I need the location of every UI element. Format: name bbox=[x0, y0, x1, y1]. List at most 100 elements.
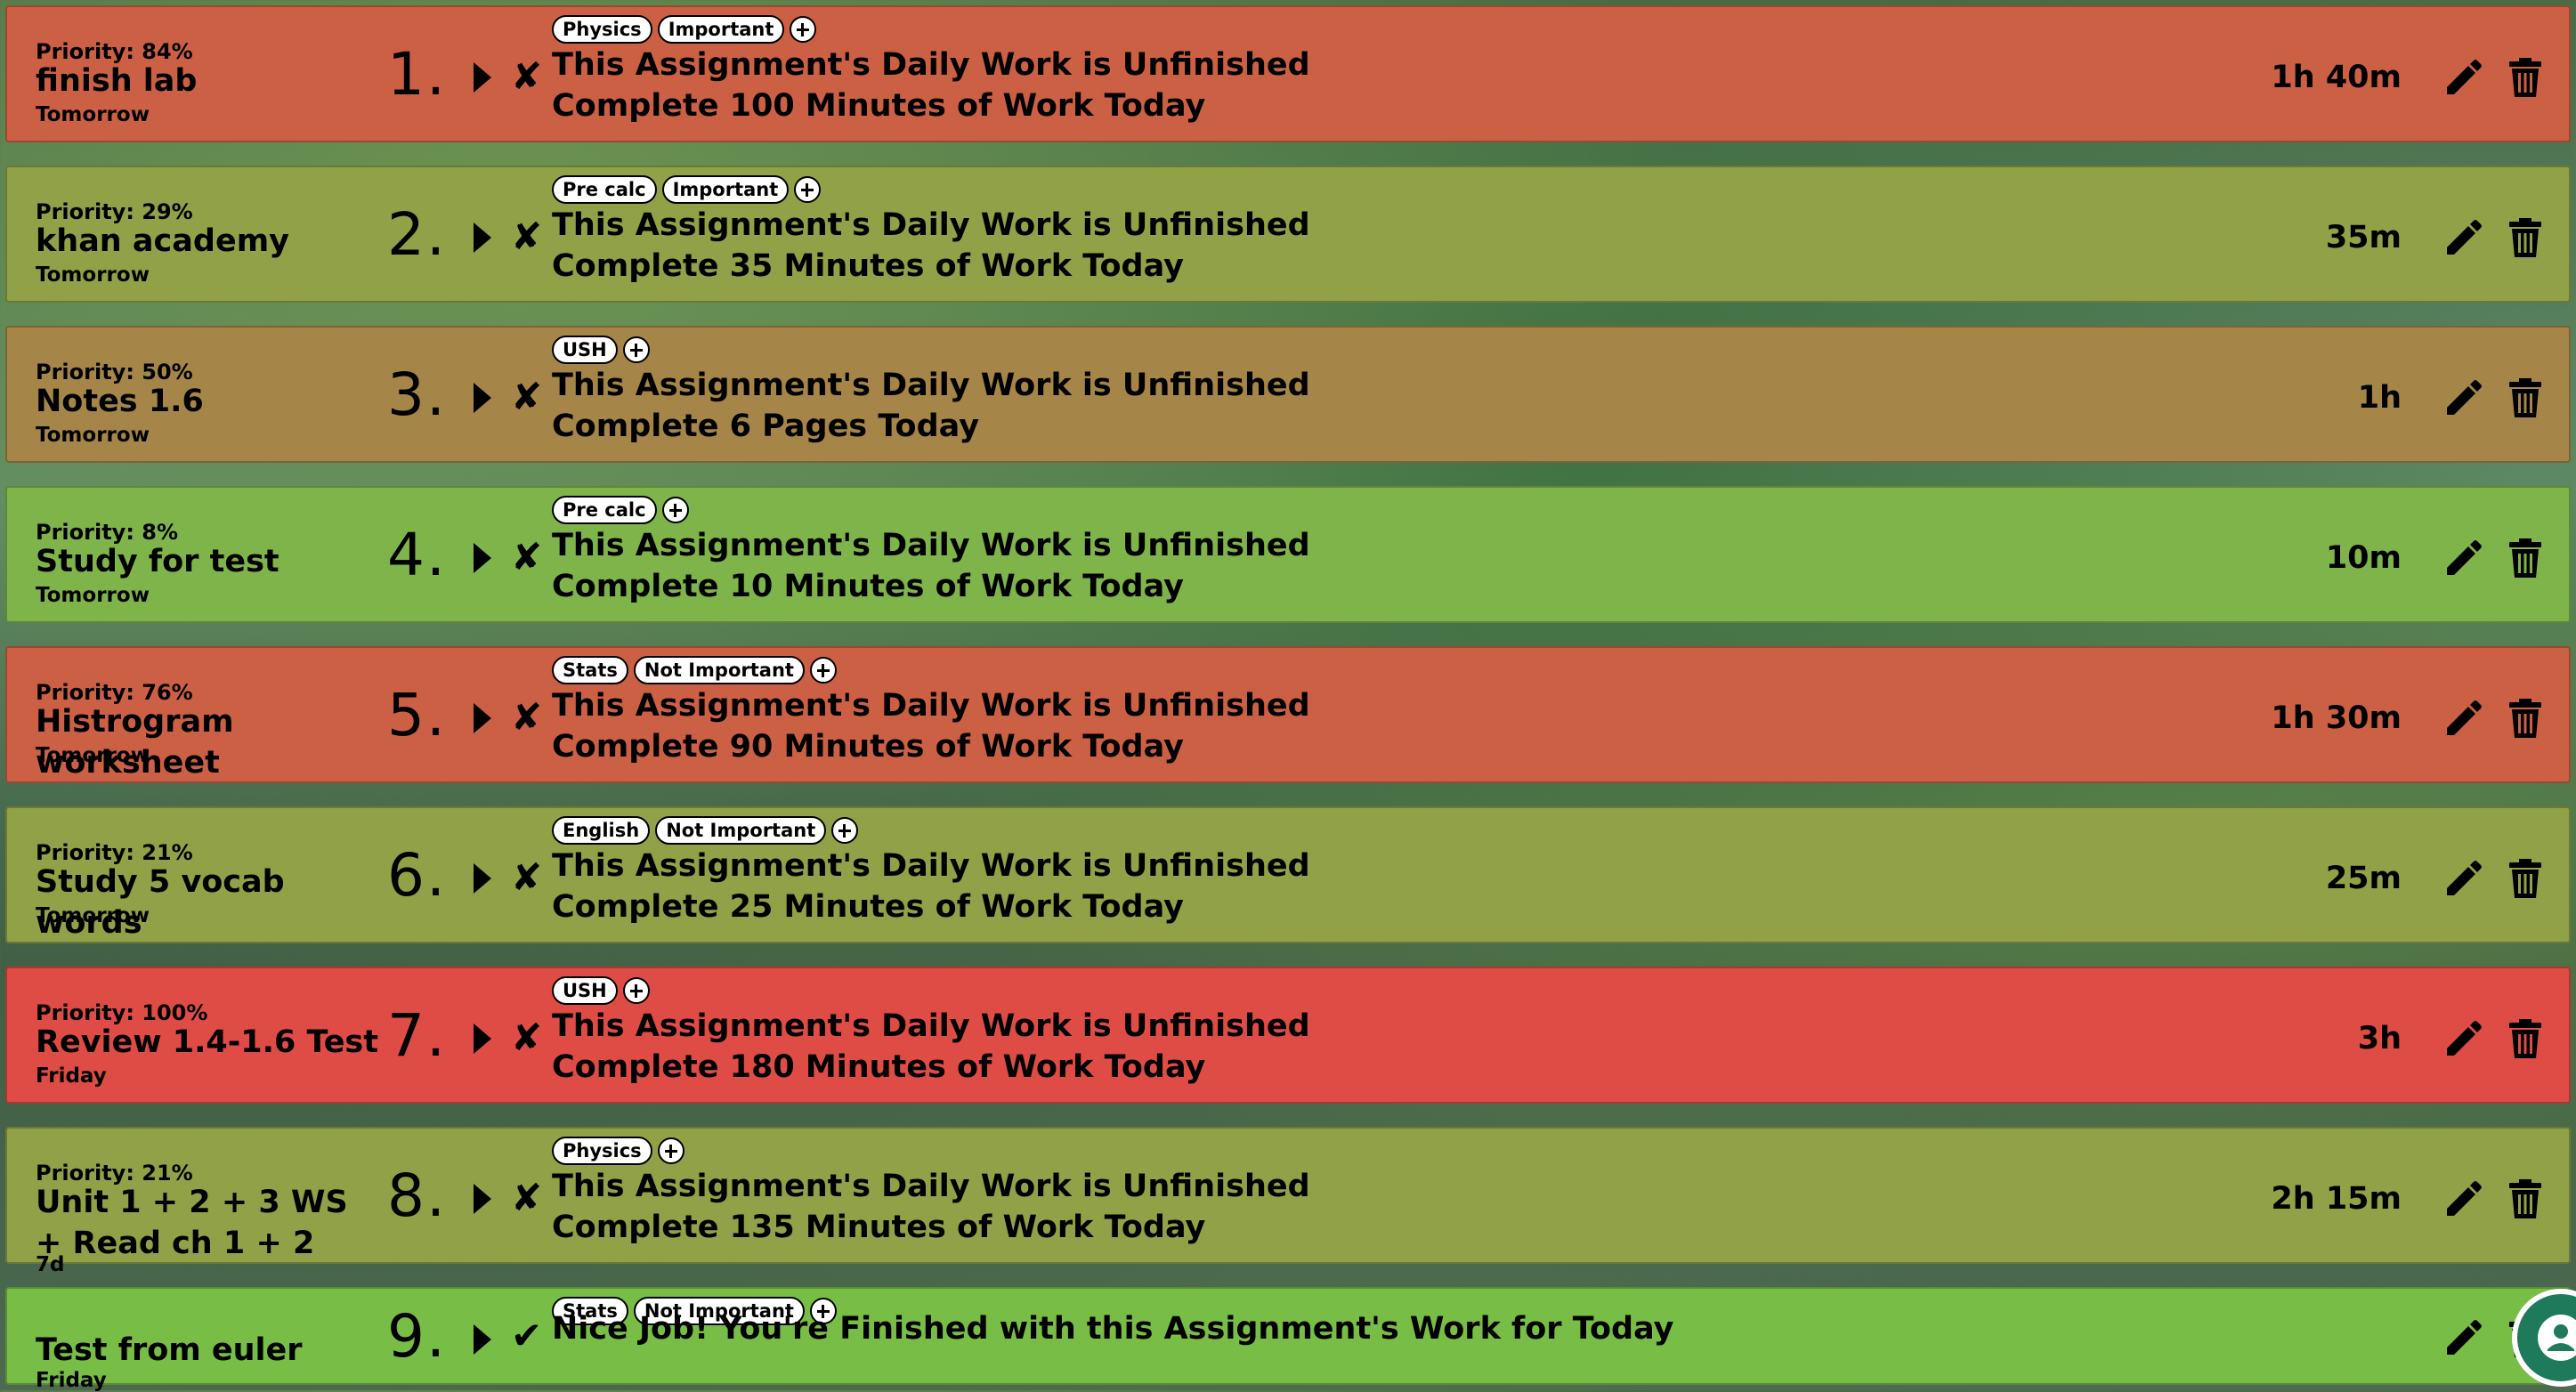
time-estimate: 35m bbox=[2325, 220, 2402, 255]
assignment-name: Test from euler bbox=[36, 1332, 303, 1368]
tag-list: Physics Important bbox=[552, 14, 817, 45]
triangle-right-icon[interactable] bbox=[474, 1324, 491, 1355]
assignment-name: Review 1.4-1.6 Test bbox=[36, 1024, 378, 1060]
pencil-icon[interactable] bbox=[2440, 1016, 2484, 1061]
cross-icon[interactable]: ✘ bbox=[511, 537, 542, 578]
trash-icon[interactable] bbox=[2503, 1177, 2548, 1221]
time-estimate: 10m bbox=[2325, 540, 2402, 576]
trash-icon[interactable] bbox=[2503, 376, 2548, 420]
check-icon[interactable]: ✔ bbox=[511, 1315, 542, 1356]
assignment-name: khan academy bbox=[36, 223, 289, 259]
status-text: This Assignment's Daily Work is Unfinish… bbox=[552, 848, 1310, 884]
assignment-name: Study 5 vocab words bbox=[36, 864, 285, 941]
tag-chip[interactable]: Physics bbox=[552, 1137, 652, 1165]
assignment-name: finish lab bbox=[36, 63, 198, 99]
time-estimate: 1h bbox=[2357, 380, 2402, 416]
due-date: Tomorrow bbox=[36, 904, 150, 927]
pencil-icon[interactable] bbox=[2440, 536, 2484, 580]
due-date: Tomorrow bbox=[36, 744, 150, 767]
due-date: Tomorrow bbox=[36, 263, 150, 287]
tag-chip[interactable]: Stats bbox=[552, 656, 628, 684]
triangle-right-icon[interactable] bbox=[474, 223, 491, 253]
tag-list: Stats Not Important bbox=[552, 655, 837, 685]
status-text: This Assignment's Daily Work is Unfinish… bbox=[552, 207, 1310, 243]
plus-circle-icon[interactable] bbox=[809, 657, 837, 684]
due-date: Tomorrow bbox=[36, 103, 150, 126]
cross-icon[interactable]: ✘ bbox=[511, 1178, 542, 1218]
todo-text: Complete 10 Minutes of Work Today bbox=[552, 569, 1184, 604]
tag-list: USH bbox=[552, 975, 650, 1006]
tag-chip[interactable]: Not Important bbox=[655, 816, 827, 845]
tag-chip[interactable]: Important bbox=[657, 15, 785, 44]
assignment-row: Priority: 21% Unit 1 + 2 + 3 WS + Read ch… bbox=[5, 1127, 2571, 1276]
plus-circle-icon[interactable] bbox=[622, 336, 650, 363]
triangle-right-icon[interactable] bbox=[474, 1024, 491, 1054]
todo-text: Complete 6 Pages Today bbox=[552, 409, 980, 444]
triangle-right-icon[interactable] bbox=[474, 703, 491, 733]
tag-list: Pre calc Important bbox=[552, 174, 822, 205]
triangle-right-icon[interactable] bbox=[474, 383, 491, 413]
status-text: This Assignment's Daily Work is Unfinish… bbox=[552, 47, 1310, 83]
trash-icon[interactable] bbox=[2503, 536, 2548, 580]
pencil-icon[interactable] bbox=[2440, 1177, 2484, 1221]
cross-icon[interactable]: ✘ bbox=[511, 1017, 542, 1058]
tag-chip[interactable]: Pre calc bbox=[552, 175, 657, 204]
triangle-right-icon[interactable] bbox=[474, 62, 491, 93]
assignment-row: Priority: 8% Study for test Tomorrow 4. ✘ P… bbox=[5, 486, 2571, 623]
cross-icon[interactable]: ✘ bbox=[511, 216, 542, 257]
tag-chip[interactable]: Physics bbox=[552, 15, 652, 44]
trash-icon[interactable] bbox=[2503, 215, 2548, 260]
cross-icon[interactable]: ✘ bbox=[511, 376, 542, 417]
cross-icon[interactable]: ✘ bbox=[511, 56, 542, 97]
plus-circle-icon[interactable] bbox=[661, 497, 689, 523]
triangle-right-icon[interactable] bbox=[474, 543, 491, 573]
plus-circle-icon[interactable] bbox=[790, 16, 817, 43]
assignment-number: 6. bbox=[387, 841, 447, 910]
assignment-row: Priority: 21% Study 5 vocab words Tomorrow… bbox=[5, 806, 2571, 943]
assignment-row: Priority: 76% Histrogram worksheet Tomorro… bbox=[5, 646, 2571, 783]
time-estimate: 1h 40m bbox=[2271, 60, 2402, 95]
tag-list: English Not Important bbox=[552, 815, 859, 846]
tag-chip[interactable]: USH bbox=[552, 976, 618, 1005]
pencil-icon[interactable] bbox=[2440, 376, 2484, 420]
trash-icon[interactable] bbox=[2503, 856, 2548, 901]
triangle-right-icon[interactable] bbox=[474, 863, 491, 894]
time-estimate: 3h bbox=[2357, 1021, 2402, 1056]
trash-icon[interactable] bbox=[2503, 55, 2548, 100]
plus-circle-icon[interactable] bbox=[794, 176, 822, 203]
status-text: This Assignment's Daily Work is Unfinish… bbox=[552, 1169, 1310, 1204]
tag-chip[interactable]: Pre calc bbox=[552, 496, 657, 524]
pencil-icon[interactable] bbox=[2440, 215, 2484, 260]
assignment-name: Study for test bbox=[36, 544, 279, 579]
due-date: Friday bbox=[36, 1064, 107, 1088]
assignment-number: 8. bbox=[387, 1161, 447, 1230]
assignment-number: 5. bbox=[387, 681, 447, 749]
assignment-row: Priority: 50% Notes 1.6 Tomorrow 3. ✘ USH T… bbox=[5, 326, 2571, 463]
cross-icon[interactable]: ✘ bbox=[511, 857, 542, 898]
pencil-icon[interactable] bbox=[2440, 856, 2484, 901]
cross-icon[interactable]: ✘ bbox=[511, 697, 542, 738]
todo-text: Complete 100 Minutes of Work Today bbox=[552, 88, 1206, 124]
assignment-number: 4. bbox=[387, 521, 447, 589]
assignment-name: Histrogram worksheet bbox=[36, 704, 234, 781]
user-icon bbox=[2538, 1315, 2576, 1361]
tag-chip[interactable]: English bbox=[552, 816, 651, 845]
due-date: Friday bbox=[36, 1369, 107, 1392]
tag-chip[interactable]: Important bbox=[661, 175, 790, 204]
plus-circle-icon[interactable] bbox=[657, 1137, 685, 1164]
tag-chip[interactable]: Not Important bbox=[633, 656, 805, 684]
assignment-number: 2. bbox=[387, 200, 447, 269]
triangle-right-icon[interactable] bbox=[474, 1184, 491, 1214]
assignment-number: 3. bbox=[387, 360, 447, 429]
pencil-icon[interactable] bbox=[2440, 1315, 2484, 1360]
plus-circle-icon[interactable] bbox=[622, 977, 650, 1004]
plus-circle-icon[interactable] bbox=[831, 817, 859, 844]
pencil-icon[interactable] bbox=[2440, 55, 2484, 100]
pencil-icon[interactable] bbox=[2440, 696, 2484, 741]
tag-chip[interactable]: USH bbox=[552, 336, 618, 364]
time-estimate: 25m bbox=[2325, 861, 2402, 896]
trash-icon[interactable] bbox=[2503, 696, 2548, 741]
status-text: This Assignment's Daily Work is Unfinish… bbox=[552, 1008, 1310, 1044]
trash-icon[interactable] bbox=[2503, 1016, 2548, 1061]
status-text: This Assignment's Daily Work is Unfinish… bbox=[552, 688, 1310, 724]
